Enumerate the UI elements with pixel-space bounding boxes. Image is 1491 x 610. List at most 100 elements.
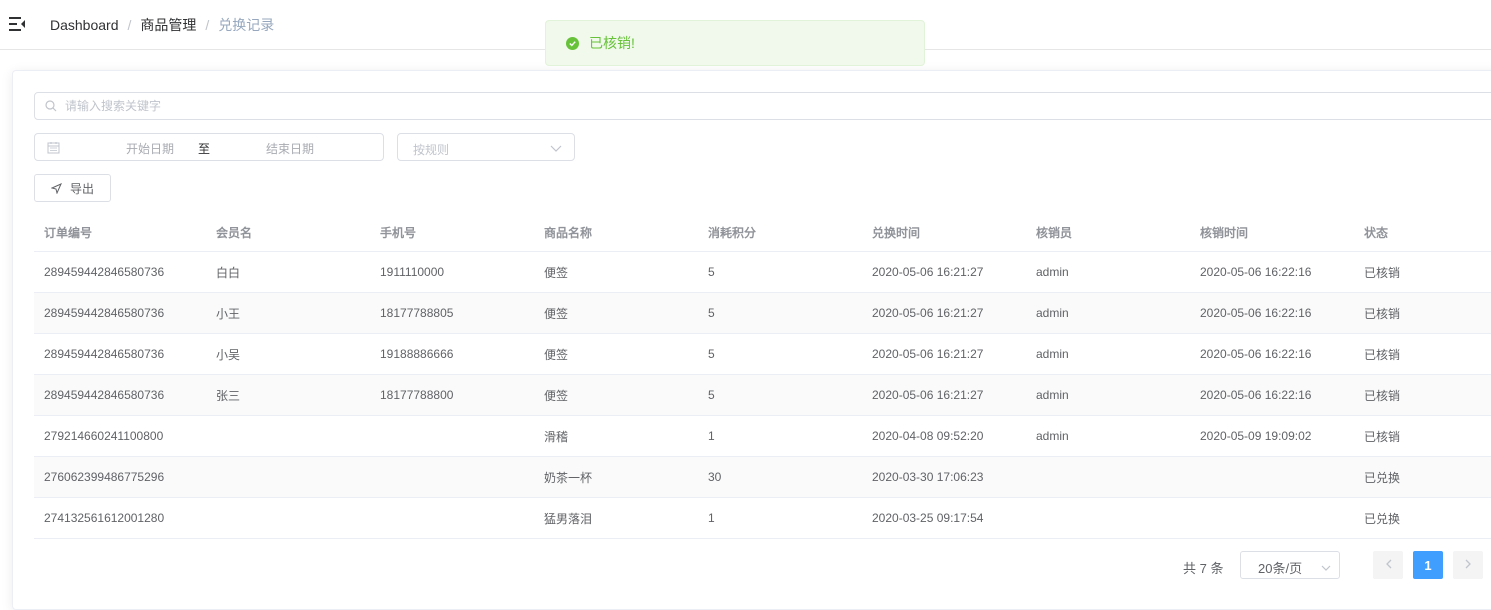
cell-exchange-time: 2020-04-08 09:52:20: [872, 429, 984, 443]
table-body: 289459442846580736 白白 1911110000 便签 5 2020-05…: [34, 252, 1491, 539]
table-row: 274132561612001280 猛男落泪 1 2020-03-25 09:17:…: [34, 498, 1491, 539]
next-page-button[interactable]: [1453, 551, 1483, 579]
date-range-picker[interactable]: 开始日期 至 结束日期: [34, 133, 384, 161]
end-date-input[interactable]: 结束日期: [245, 140, 335, 157]
cell-points: 5: [708, 306, 715, 320]
cell-phone: [370, 457, 380, 497]
cell-order-no: 289459442846580736: [44, 265, 165, 279]
cell-status: 已核销: [1364, 265, 1401, 280]
check-circle-icon: [566, 36, 579, 50]
cell-status: 已核销: [1364, 388, 1401, 403]
cell-verify-time: [1190, 498, 1200, 538]
cell-status: 已兑换: [1364, 511, 1401, 526]
cell-phone: [370, 498, 380, 538]
table-row: 276062399486775296 奶茶一杯 30 2020-03-30 17:06…: [34, 457, 1491, 498]
pagination: 共 7 条 20条/页 1: [13, 551, 1491, 581]
cell-exchange-time: 2020-05-06 16:21:27: [872, 306, 984, 320]
exchange-records-table: 订单编号 会员名 手机号 商品名称 消耗积分 兑换时间 核销员 核销时间 状态 …: [34, 214, 1491, 539]
cell-points: 5: [708, 347, 715, 361]
col-verify-time: 核销时间: [1200, 226, 1249, 240]
cell-status: 已核销: [1364, 306, 1401, 321]
search-box: [34, 92, 1491, 120]
cell-status: 已核销: [1364, 429, 1401, 444]
table-row: 279214660241100800 滑稽 1 2020-04-08 09:52:20…: [34, 416, 1491, 457]
send-icon: [50, 182, 62, 194]
cell-exchange-time: 2020-05-06 16:21:27: [872, 265, 984, 279]
table-row: 289459442846580736 小吴 19188886666 便签 5 2020-0…: [34, 334, 1491, 375]
content-card: 开始日期 至 结束日期 按规则 导出 订单编号 会员名 手机号 商品名称 消耗积…: [12, 70, 1491, 610]
col-exchange-time: 兑换时间: [872, 226, 921, 240]
cell-verifier: admin: [1036, 306, 1069, 320]
cell-product-name: 便签: [544, 347, 569, 362]
cell-phone: 18177788800: [380, 388, 454, 402]
cell-points: 5: [708, 388, 715, 402]
breadcrumb-separator: /: [205, 17, 210, 33]
cell-product-name: 猛男落泪: [544, 511, 593, 526]
menu-fold-icon[interactable]: [8, 15, 26, 33]
cell-member-name: 小吴: [216, 347, 241, 362]
cell-product-name: 奶茶一杯: [544, 470, 593, 485]
breadcrumb: Dashboard / 商品管理 / 兑换记录: [50, 16, 274, 34]
cell-product-name: 便签: [544, 265, 569, 280]
table-header: 订单编号 会员名 手机号 商品名称 消耗积分 兑换时间 核销员 核销时间 状态: [34, 214, 1491, 252]
export-button[interactable]: 导出: [34, 174, 111, 202]
page-size-value: 20条/页: [1258, 561, 1303, 576]
table-row: 289459442846580736 张三 18177788800 便签 5 2020-0…: [34, 375, 1491, 416]
cell-member-name: 小王: [216, 306, 241, 321]
pagination-total: 共 7 条: [1183, 561, 1224, 576]
breadcrumb-exchange-records: 兑换记录: [218, 17, 275, 33]
cell-points: 1: [708, 429, 715, 443]
breadcrumb-dashboard[interactable]: Dashboard: [50, 16, 119, 34]
table-row: 289459442846580736 小王 18177788805 便签 5 2020-0…: [34, 293, 1491, 334]
cell-verifier: admin: [1036, 429, 1069, 443]
chevron-down-icon: [1321, 561, 1331, 575]
search-icon: [45, 100, 57, 115]
col-phone: 手机号: [380, 226, 417, 240]
cell-verify-time: 2020-05-06 16:22:16: [1200, 388, 1312, 402]
page-1-button[interactable]: 1: [1413, 551, 1443, 579]
chevron-left-icon: [1385, 558, 1392, 572]
cell-phone: [370, 416, 380, 456]
cell-exchange-time: 2020-03-25 09:17:54: [872, 511, 984, 525]
cell-points: 5: [708, 265, 715, 279]
col-status: 状态: [1364, 226, 1389, 240]
cell-verifier: [1026, 457, 1036, 497]
cell-verifier: admin: [1036, 347, 1069, 361]
cell-phone: 18177788805: [380, 306, 454, 320]
chevron-down-icon: [550, 142, 562, 156]
rule-select[interactable]: 按规则: [397, 133, 575, 161]
cell-order-no: 274132561612001280: [44, 511, 165, 525]
search-input[interactable]: [65, 93, 965, 119]
col-points: 消耗积分: [708, 226, 757, 240]
cell-member-name: 张三: [216, 388, 241, 403]
cell-order-no: 289459442846580736: [44, 388, 165, 402]
cell-status: 已兑换: [1364, 470, 1401, 485]
cell-phone: 1911110000: [380, 265, 445, 279]
cell-order-no: 289459442846580736: [44, 347, 165, 361]
cell-verify-time: 2020-05-09 19:09:02: [1200, 429, 1312, 443]
chevron-right-icon: [1465, 558, 1472, 572]
prev-page-button[interactable]: [1373, 551, 1403, 579]
cell-exchange-time: 2020-05-06 16:21:27: [872, 347, 984, 361]
start-date-input[interactable]: 开始日期: [105, 140, 195, 157]
rule-select-placeholder: 按规则: [413, 143, 450, 157]
cell-product-name: 滑稽: [544, 429, 569, 444]
cell-product-name: 便签: [544, 306, 569, 321]
cell-order-no: 276062399486775296: [44, 470, 165, 484]
col-member-name: 会员名: [216, 226, 253, 240]
breadcrumb-separator: /: [127, 17, 132, 33]
page-size-select[interactable]: 20条/页: [1240, 551, 1340, 579]
cell-exchange-time: 2020-03-30 17:06:23: [872, 470, 984, 484]
cell-product-name: 便签: [544, 388, 569, 403]
cell-phone: 19188886666: [380, 347, 454, 361]
success-toast: 已核销!: [545, 20, 925, 66]
cell-points: 1: [708, 511, 715, 525]
cell-status: 已核销: [1364, 347, 1401, 362]
cell-verify-time: 2020-05-06 16:22:16: [1200, 265, 1312, 279]
cell-verify-time: [1190, 457, 1200, 497]
breadcrumb-goods-management[interactable]: 商品管理: [140, 16, 196, 34]
cell-member-name: [206, 457, 216, 497]
cell-verify-time: 2020-05-06 16:22:16: [1200, 306, 1312, 320]
cell-verifier: admin: [1036, 388, 1069, 402]
calendar-icon: [47, 141, 60, 157]
